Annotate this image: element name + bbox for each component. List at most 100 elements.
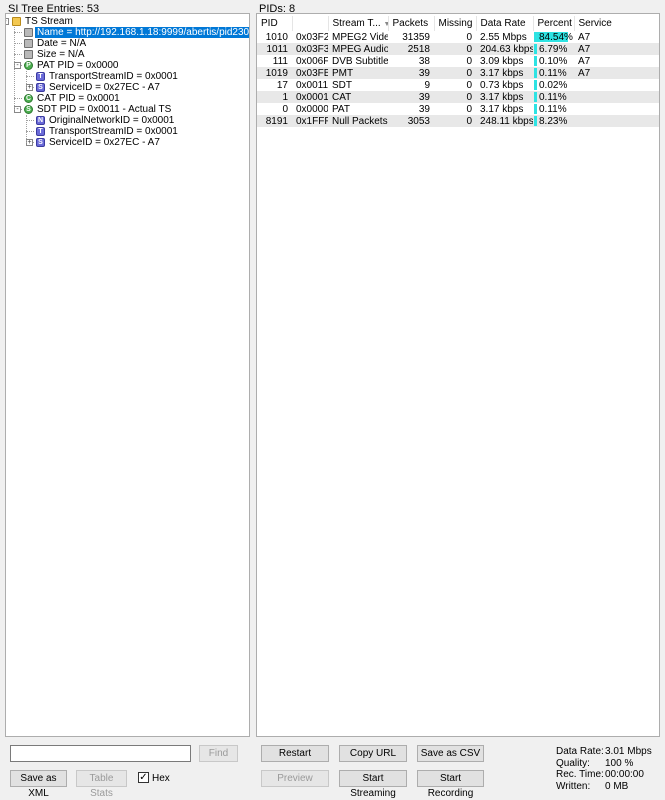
table-row[interactable]: 8191 0x1FFF Null Packets 3053 0 248.11 kbps 8.… bbox=[257, 115, 659, 127]
expand-icon[interactable]: + bbox=[26, 139, 33, 146]
tree-node[interactable]: Name = http://192.168.1.18:9999/abertis/… bbox=[6, 27, 249, 38]
cell-hex: 0x1FFF bbox=[292, 115, 328, 127]
tree-node[interactable]: Date = N/A bbox=[6, 38, 249, 49]
percent-bar bbox=[534, 104, 537, 114]
cell-data-rate: 2.55 Mbps bbox=[480, 31, 527, 43]
hex-checkbox[interactable]: ✓ bbox=[138, 772, 149, 783]
cell-data-rate: 3.09 kbps bbox=[480, 55, 524, 67]
col-missing[interactable]: Missing bbox=[434, 16, 477, 31]
si-tree[interactable]: - TS StreamName = http://192.168.1.18:999… bbox=[6, 14, 249, 148]
tree-node[interactable]: T TransportStreamID = 0x0001 bbox=[6, 126, 249, 137]
cell-stream-type: DVB Subtitles bbox=[332, 55, 388, 67]
cell-percent: 0.10% bbox=[533, 55, 574, 67]
property-icon bbox=[24, 39, 33, 48]
table-row[interactable]: 1011 0x03F3 MPEG Audio 2518 0 204.63 kbps 6.79… bbox=[257, 43, 659, 55]
table-row[interactable]: 1019 0x03FB PMT 39 0 3.17 kbps 0.11% A7 bbox=[257, 67, 659, 79]
cell-packets: 9 bbox=[424, 79, 430, 91]
expand-icon[interactable]: + bbox=[26, 84, 33, 91]
percent-text: 6.79% bbox=[539, 43, 568, 55]
cell-packets: 3053 bbox=[388, 115, 434, 127]
table-row[interactable]: 1010 0x03F2 MPEG2 Video 31359 0 2.55 Mbps 84.5… bbox=[257, 31, 659, 43]
save-as-csv-button[interactable]: Save as CSV bbox=[417, 745, 484, 762]
tree-node-label: TransportStreamID = 0x0001 bbox=[49, 126, 178, 137]
cell-missing: 0 bbox=[434, 43, 476, 55]
cell-data-rate: 3.17 kbps bbox=[480, 103, 524, 115]
save-as-xml-button[interactable]: Save as XML bbox=[10, 770, 67, 799]
percent-text: 84.54% bbox=[539, 31, 573, 43]
tree-node[interactable]: - P PAT PID = 0x0000 bbox=[6, 60, 249, 71]
table-row[interactable]: 17 0x0011 SDT 9 0 0.73 kbps 0.02% bbox=[257, 79, 659, 91]
col-data-rate[interactable]: Data Rate bbox=[476, 16, 534, 31]
table-row[interactable]: 111 0x006F DVB Subtitles 38 0 3.09 kbps 0.10% A… bbox=[257, 55, 659, 67]
cell-stream-type: PMT bbox=[328, 67, 388, 79]
tree-node[interactable]: + S ServiceID = 0x27EC - A7 bbox=[6, 137, 249, 148]
col-hex[interactable] bbox=[292, 16, 329, 31]
col-pid[interactable]: PID bbox=[257, 16, 293, 31]
table-row[interactable]: 0 0x0000 PAT 39 0 3.17 kbps 0.11% bbox=[257, 103, 659, 115]
table-s-icon: S bbox=[24, 105, 33, 114]
tree-guide-line bbox=[26, 115, 27, 143]
preview-button[interactable]: Preview bbox=[261, 770, 329, 787]
tree-node[interactable]: N OriginalNetworkID = 0x0001 bbox=[6, 115, 249, 126]
pid-table[interactable]: PID Stream T... ▼ Packets Missing Data R… bbox=[257, 16, 659, 127]
si-tree-panel[interactable]: - TS StreamName = http://192.168.1.18:999… bbox=[5, 13, 250, 737]
collapse-icon[interactable]: - bbox=[6, 18, 9, 25]
tree-node-label: SDT PID = 0x0011 - Actual TS bbox=[37, 104, 172, 115]
property-icon bbox=[24, 28, 33, 37]
cell-pid: 8191 bbox=[257, 115, 292, 127]
find-input[interactable] bbox=[10, 745, 191, 762]
cell-data-rate: 0.73 kbps bbox=[480, 79, 524, 91]
percent-bar bbox=[534, 80, 537, 90]
tree-node[interactable]: + S ServiceID = 0x27EC - A7 bbox=[6, 82, 249, 93]
start-recording-button[interactable]: Start Recording bbox=[417, 770, 484, 799]
col-service[interactable]: Service bbox=[574, 16, 659, 31]
restart-button[interactable]: Restart bbox=[261, 745, 329, 762]
percent-bar bbox=[534, 44, 537, 54]
copy-url-button[interactable]: Copy URL bbox=[339, 745, 407, 762]
col-packets[interactable]: Packets bbox=[388, 16, 435, 31]
col-stream-type-label: Stream T... bbox=[332, 18, 381, 29]
table-row[interactable]: 1 0x0001 CAT 39 0 3.17 kbps 0.11% bbox=[257, 91, 659, 103]
hex-checkbox-label[interactable]: Hex bbox=[152, 773, 170, 784]
percent-text: 8.23% bbox=[539, 115, 568, 127]
tree-node[interactable]: T TransportStreamID = 0x0001 bbox=[6, 71, 249, 82]
start-streaming-button[interactable]: Start Streaming bbox=[339, 770, 407, 799]
cell-missing: 0 bbox=[466, 31, 472, 43]
cell-stream-type: MPEG2 Video bbox=[332, 31, 388, 43]
tree-node[interactable]: Size = N/A bbox=[6, 49, 249, 60]
cell-service bbox=[574, 91, 659, 103]
cell-stream-type: Null Packets bbox=[328, 115, 388, 127]
tree-node[interactable]: - S SDT PID = 0x0011 - Actual TS bbox=[6, 104, 249, 115]
cell-service: A7 bbox=[578, 31, 591, 43]
cell-stream-type: CAT bbox=[328, 91, 388, 103]
col-stream-type[interactable]: Stream T... ▼ bbox=[328, 16, 389, 31]
field-n-icon: N bbox=[36, 116, 45, 125]
cell-hex: 0x03FB bbox=[292, 67, 328, 79]
tree-guide-line bbox=[26, 71, 27, 88]
collapse-icon[interactable]: - bbox=[14, 62, 21, 69]
percent-bar bbox=[534, 116, 538, 126]
pid-table-panel[interactable]: PID Stream T... ▼ Packets Missing Data R… bbox=[256, 13, 660, 737]
percent-text: 0.02% bbox=[539, 79, 568, 91]
cell-service bbox=[574, 115, 659, 127]
cell-packets: 38 bbox=[418, 55, 430, 67]
tree-node-label: ServiceID = 0x27EC - A7 bbox=[49, 82, 160, 93]
data-rate-label: Data Rate: bbox=[556, 746, 604, 757]
cell-packets: 39 bbox=[418, 103, 430, 115]
cell-missing: 0 bbox=[466, 103, 472, 115]
field-s-icon: S bbox=[36, 83, 45, 92]
percent-bar bbox=[534, 68, 537, 78]
table-stats-button[interactable]: Table Stats bbox=[76, 770, 127, 799]
tree-node-label: PAT PID = 0x0000 bbox=[37, 60, 119, 71]
cell-percent: 0.11% bbox=[533, 91, 574, 103]
property-icon bbox=[24, 50, 33, 59]
col-percent[interactable]: Percent bbox=[533, 16, 575, 31]
cell-pid: 1011 bbox=[257, 43, 292, 55]
collapse-icon[interactable]: - bbox=[14, 106, 21, 113]
percent-bar bbox=[534, 92, 537, 102]
find-button[interactable]: Find bbox=[199, 745, 238, 762]
cell-missing: 0 bbox=[434, 67, 476, 79]
tree-node[interactable]: C CAT PID = 0x0001 bbox=[6, 93, 249, 104]
tree-node[interactable]: - TS Stream bbox=[6, 16, 249, 27]
cell-packets: 39 bbox=[388, 67, 434, 79]
